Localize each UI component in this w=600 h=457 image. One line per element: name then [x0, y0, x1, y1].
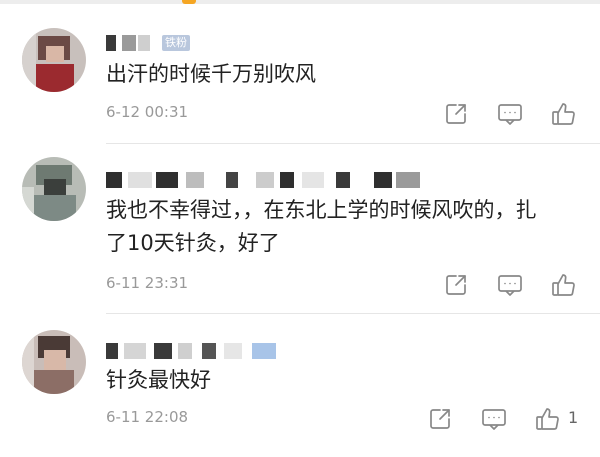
top-indicator	[182, 0, 196, 4]
comment-meta: 6-11 22:08 1	[0, 404, 600, 434]
comment-time: 6-11 23:31	[106, 274, 189, 292]
share-button[interactable]	[441, 270, 471, 300]
comment-text: 针灸最快好	[106, 368, 211, 392]
share-button[interactable]	[425, 404, 455, 434]
comment-icon	[498, 275, 522, 296]
share-icon	[446, 275, 466, 295]
username[interactable]	[106, 343, 286, 359]
comment-icon	[482, 409, 506, 430]
comment-time: 6-11 22:08	[106, 408, 189, 426]
comment-button[interactable]	[479, 404, 509, 434]
like-icon	[552, 274, 575, 296]
comment-button[interactable]	[495, 270, 525, 300]
avatar[interactable]	[22, 157, 86, 221]
like-icon	[552, 103, 575, 125]
like-count: 1	[568, 408, 579, 427]
comment-icon	[498, 104, 522, 125]
avatar[interactable]	[22, 28, 86, 92]
share-icon	[446, 104, 466, 124]
like-button[interactable]	[533, 404, 563, 434]
avatar[interactable]	[22, 330, 86, 394]
share-button[interactable]	[441, 99, 471, 129]
comment-divider	[106, 143, 600, 144]
like-button[interactable]	[549, 99, 579, 129]
comment-meta: 6-11 23:31	[0, 270, 600, 300]
comment-time: 6-12 00:31	[106, 103, 189, 121]
fan-badge: 铁粉	[162, 35, 190, 51]
comment-text: 我也不幸得过，，在东北上学的时候风吹的，扎了10天针灸，好了	[106, 198, 537, 255]
like-button[interactable]	[549, 270, 579, 300]
comment-meta: 6-12 00:31	[0, 99, 600, 129]
top-divider	[0, 0, 600, 4]
comment-divider	[106, 313, 600, 314]
like-icon	[536, 408, 559, 430]
comment-button[interactable]	[495, 99, 525, 129]
username[interactable]	[106, 172, 426, 188]
share-icon	[430, 409, 450, 429]
comment-text: 出汗的时候千万别吹风	[106, 62, 316, 86]
